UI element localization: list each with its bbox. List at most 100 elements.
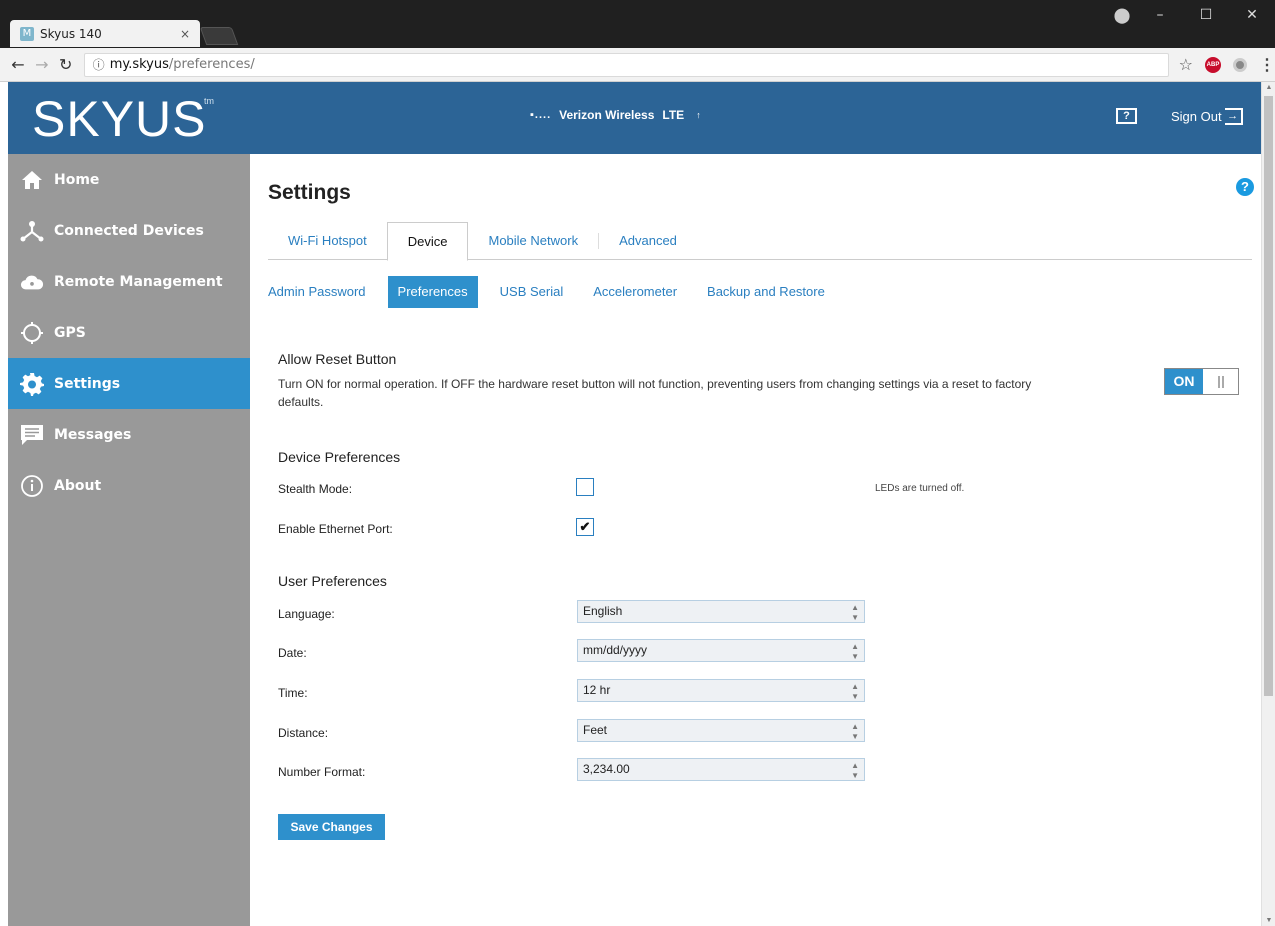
select-arrows-icon: ▲ ▼ bbox=[851, 603, 859, 622]
sidebar-item-connected-devices[interactable]: Connected Devices bbox=[8, 205, 250, 256]
back-icon[interactable]: ← bbox=[6, 55, 30, 74]
date-label: Date: bbox=[278, 646, 307, 660]
reset-section-title: Allow Reset Button bbox=[278, 351, 397, 367]
sign-out-icon: → bbox=[1224, 108, 1243, 125]
close-window-button[interactable]: ✕ bbox=[1229, 7, 1275, 23]
sidebar-item-label: Messages bbox=[54, 426, 132, 443]
save-changes-button[interactable]: Save Changes bbox=[278, 814, 385, 840]
browser-tab[interactable]: M Skyus 140 × bbox=[10, 20, 200, 47]
minimize-button[interactable]: – bbox=[1137, 7, 1183, 23]
help-icon[interactable]: ? bbox=[1116, 108, 1137, 124]
device-subtabs: Admin Password Preferences USB Serial Ac… bbox=[268, 276, 855, 308]
tab-mobile-network[interactable]: Mobile Network bbox=[468, 222, 598, 259]
subtab-backup-restore[interactable]: Backup and Restore bbox=[707, 276, 825, 308]
sidebar-item-home[interactable]: Home bbox=[8, 154, 250, 205]
page-help-icon[interactable]: ? bbox=[1236, 178, 1254, 196]
info-icon bbox=[20, 474, 44, 498]
cloud-icon bbox=[20, 270, 44, 294]
distance-select[interactable]: Feet ▲ ▼ bbox=[577, 719, 865, 742]
page-title: Settings bbox=[268, 181, 351, 204]
subtab-preferences[interactable]: Preferences bbox=[387, 276, 478, 308]
scroll-down-icon[interactable]: ▼ bbox=[1262, 917, 1275, 924]
adblock-icon[interactable]: ABP bbox=[1205, 56, 1221, 73]
reset-description: Turn ON for normal operation. If OFF the… bbox=[278, 377, 1032, 409]
select-arrows-icon: ▲ ▼ bbox=[851, 642, 859, 661]
reset-toggle[interactable]: ON bbox=[1164, 368, 1239, 395]
number-format-select[interactable]: 3,234.00 ▲ ▼ bbox=[577, 758, 865, 781]
date-value: mm/dd/yyyy bbox=[583, 643, 648, 657]
browser-menu-icon[interactable]: ⋮ bbox=[1259, 55, 1275, 75]
gear-icon bbox=[20, 372, 44, 396]
scroll-up-icon[interactable]: ▲ bbox=[1262, 84, 1275, 91]
tab-close-icon[interactable]: × bbox=[180, 27, 190, 41]
app-header: SKYUS tm ▪.... Verizon Wireless LTE ↑ ? … bbox=[8, 82, 1261, 154]
data-transfer-icon: ↑ bbox=[696, 110, 701, 120]
number-format-label: Number Format: bbox=[278, 765, 366, 779]
sidebar: Home Connected Devices Remote Management… bbox=[8, 154, 250, 926]
tab-device[interactable]: Device bbox=[386, 222, 469, 261]
sidebar-item-remote-management[interactable]: Remote Management bbox=[8, 256, 250, 307]
subtab-usb-serial[interactable]: USB Serial bbox=[500, 276, 564, 308]
sidebar-item-about[interactable]: About bbox=[8, 460, 250, 511]
sign-out-button[interactable]: Sign Out → bbox=[1171, 108, 1243, 125]
language-value: English bbox=[583, 604, 623, 618]
message-icon bbox=[20, 423, 44, 447]
scroll-thumb[interactable] bbox=[1264, 96, 1273, 696]
time-label: Time: bbox=[278, 686, 308, 700]
logo-trademark: tm bbox=[204, 96, 214, 106]
date-select[interactable]: mm/dd/yyyy ▲ ▼ bbox=[577, 639, 865, 662]
window-controls: ⬤ – ☐ ✕ bbox=[1107, 0, 1275, 30]
select-arrows-icon: ▲ ▼ bbox=[851, 722, 859, 741]
toggle-on-label: ON bbox=[1165, 369, 1203, 394]
maximize-button[interactable]: ☐ bbox=[1183, 7, 1229, 23]
select-arrows-icon: ▲ ▼ bbox=[851, 682, 859, 701]
page-scrollbar[interactable]: ▲ ▼ bbox=[1261, 82, 1275, 926]
subtab-admin-password[interactable]: Admin Password bbox=[268, 276, 366, 308]
gps-icon bbox=[20, 321, 44, 345]
distance-value: Feet bbox=[583, 723, 608, 737]
distance-label: Distance: bbox=[278, 726, 329, 740]
sidebar-item-settings[interactable]: Settings bbox=[8, 358, 250, 409]
connection-status: ▪.... Verizon Wireless LTE ↑ bbox=[530, 108, 701, 122]
sidebar-item-label: About bbox=[54, 477, 102, 494]
bookmark-star-icon[interactable]: ☆ bbox=[1179, 55, 1193, 74]
sidebar-item-gps[interactable]: GPS bbox=[8, 307, 250, 358]
url-host: my.skyus bbox=[109, 57, 169, 72]
browser-titlebar: M Skyus 140 × ⬤ – ☐ ✕ bbox=[0, 0, 1275, 48]
url-path: /preferences/ bbox=[168, 57, 255, 72]
site-info-icon[interactable]: ⓘ bbox=[93, 56, 105, 73]
time-select[interactable]: 12 hr ▲ ▼ bbox=[577, 679, 865, 702]
stealth-mode-hint: LEDs are turned off. bbox=[875, 483, 965, 494]
main-content: Settings ? Wi-Fi Hotspot Device Mobile N… bbox=[250, 154, 1261, 926]
tab-favicon-icon: M bbox=[20, 26, 34, 41]
url-input[interactable]: ⓘ my.skyus/preferences/ bbox=[83, 52, 1169, 77]
home-icon bbox=[20, 168, 44, 192]
time-value: 12 hr bbox=[583, 683, 611, 697]
skyus-logo: SKYUS bbox=[32, 91, 207, 147]
reload-icon[interactable]: ↻ bbox=[54, 55, 78, 74]
language-select[interactable]: English ▲ ▼ bbox=[577, 600, 865, 623]
sidebar-item-label: GPS bbox=[54, 324, 86, 341]
forward-icon[interactable]: → bbox=[30, 55, 54, 74]
sign-out-label: Sign Out bbox=[1171, 109, 1222, 124]
stealth-mode-label: Stealth Mode: bbox=[278, 482, 353, 496]
toggle-handle bbox=[1203, 369, 1238, 394]
ethernet-port-label: Enable Ethernet Port: bbox=[278, 522, 393, 536]
ethernet-port-checkbox[interactable]: ✔ bbox=[576, 518, 594, 536]
network-type: LTE bbox=[662, 108, 685, 122]
profile-icon[interactable]: ⬤ bbox=[1107, 6, 1137, 24]
subtab-accelerometer[interactable]: Accelerometer bbox=[593, 276, 677, 308]
user-preferences-title: User Preferences bbox=[278, 573, 387, 589]
extension-icon[interactable] bbox=[1233, 57, 1247, 72]
connected-devices-icon bbox=[20, 219, 44, 243]
tab-advanced[interactable]: Advanced bbox=[599, 222, 697, 259]
new-tab-button[interactable] bbox=[199, 27, 239, 45]
sidebar-item-messages[interactable]: Messages bbox=[8, 409, 250, 460]
tab-title: Skyus 140 bbox=[40, 26, 102, 41]
extension-icons: ☆ ABP ⋮ bbox=[1179, 55, 1275, 75]
stealth-mode-checkbox[interactable] bbox=[576, 478, 594, 496]
tab-wifi-hotspot[interactable]: Wi-Fi Hotspot bbox=[268, 222, 387, 259]
settings-tabs: Wi-Fi Hotspot Device Mobile Network Adva… bbox=[268, 222, 1252, 261]
sidebar-item-label: Remote Management bbox=[54, 273, 223, 290]
sidebar-item-label: Connected Devices bbox=[54, 222, 204, 239]
